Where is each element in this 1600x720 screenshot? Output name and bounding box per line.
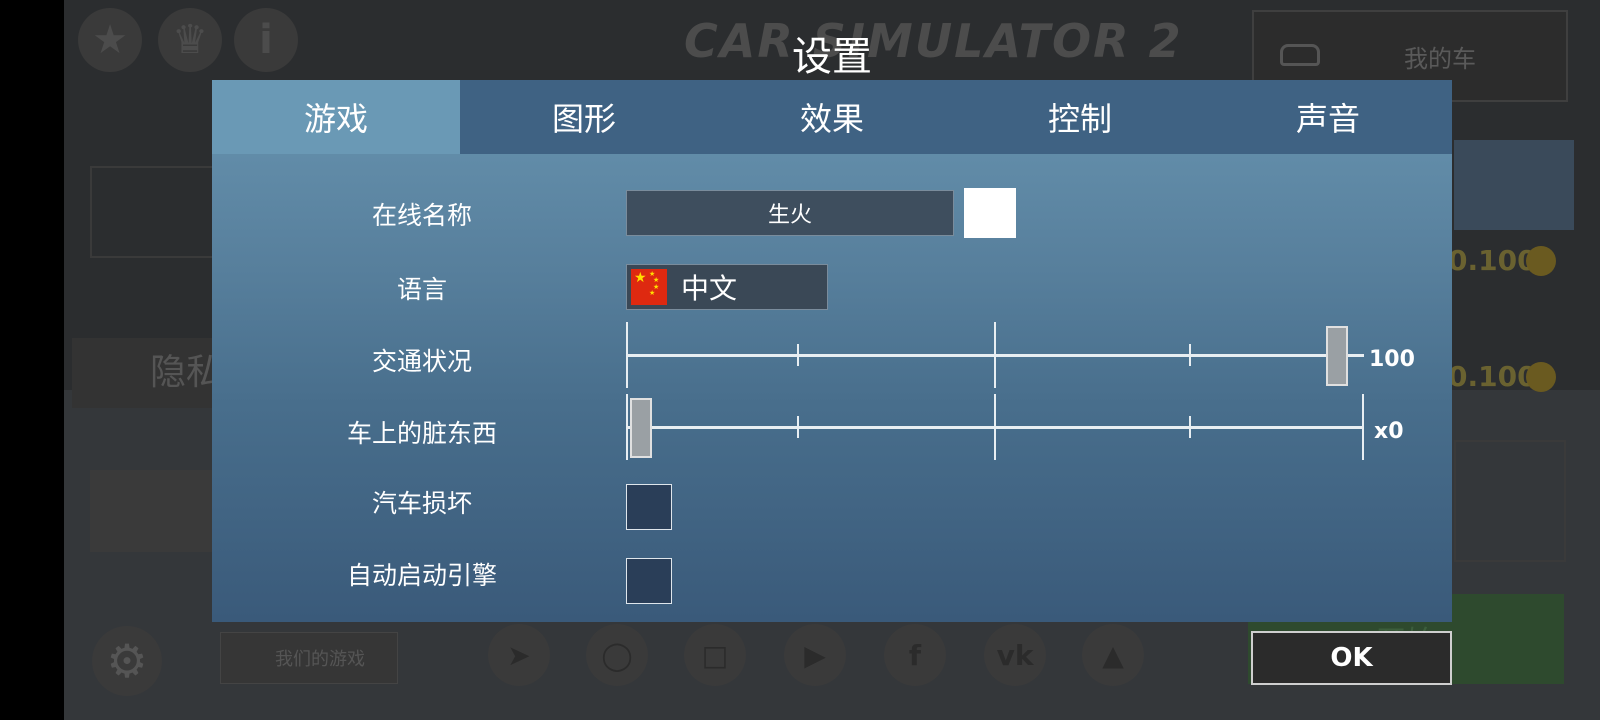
tab-controls[interactable]: 控制 [956,80,1204,154]
language-label: 语言 [396,275,447,304]
ok-button[interactable]: OK [1251,631,1452,685]
traffic-label: 交通状况 [371,347,472,376]
coin-icon [1526,246,1556,276]
china-flag-icon: ★ ★ ★ ★ ★ [631,269,667,305]
left-panel [90,166,220,258]
privacy-button: 隐私 [72,338,222,408]
car-thumbnail [1454,140,1574,230]
settings-dialog: 游戏 图形 效果 控制 声音 在线名称 生火 语言 ★ ★ ★ ★ ★ 中文 交… [212,80,1452,622]
dirt-slider-handle[interactable] [630,398,652,458]
gear-icon: ⚙ [92,626,162,696]
language-select[interactable]: ★ ★ ★ ★ ★ 中文 [626,264,828,310]
dirt-value: x0 [1374,419,1404,444]
language-value: 中文 [681,272,738,305]
settings-tab-bar: 游戏 图形 效果 控制 声音 [212,80,1452,154]
vk-icon: vk [984,624,1046,686]
dirt-label: 车上的脏东西 [346,419,497,448]
price-cash: 0.100 [1448,360,1537,393]
our-games-button: 我们的游戏 [220,632,398,684]
name-color-swatch[interactable] [964,188,1016,238]
twitch-icon: □ [684,624,746,686]
slider-tick [626,394,628,460]
tab-game[interactable]: 游戏 [212,80,460,154]
car-preview-image [90,470,230,552]
telegram-icon: ➤ [488,624,550,686]
tab-graphics[interactable]: 图形 [460,80,708,154]
slider-tick [797,344,799,366]
traffic-slider-handle[interactable] [1326,326,1348,386]
dirt-slider[interactable] [626,394,1364,460]
slider-tick [994,322,996,388]
traffic-value: 100 [1369,347,1415,372]
like-icon: ▲ [1082,624,1144,686]
car-damage-checkbox[interactable] [626,484,672,530]
car-damage-label: 汽车损坏 [371,489,472,518]
dollar-icon [1526,362,1556,392]
tab-sound[interactable]: 声音 [1204,80,1452,154]
our-games-label: 我们的游戏 [275,649,365,670]
price-coins: 0.100 [1448,244,1537,277]
auto-start-checkbox[interactable] [626,558,672,604]
right-panel [1454,440,1566,562]
online-name-field[interactable]: 生火 [626,190,954,236]
instagram-icon: ◯ [586,624,648,686]
slider-tick [1189,344,1191,366]
slider-tick [797,416,799,438]
slider-tick [994,394,996,460]
tab-effects[interactable]: 效果 [708,80,956,154]
slider-tick [626,322,628,388]
traffic-slider[interactable] [626,322,1364,388]
settings-title: 设置 [792,34,872,80]
auto-start-label: 自动启动引擎 [346,561,497,590]
online-name-label: 在线名称 [371,201,472,230]
slider-tick [1362,394,1364,460]
facebook-icon: f [884,624,946,686]
slider-tick [1189,416,1191,438]
youtube-icon: ▶ [784,624,846,686]
